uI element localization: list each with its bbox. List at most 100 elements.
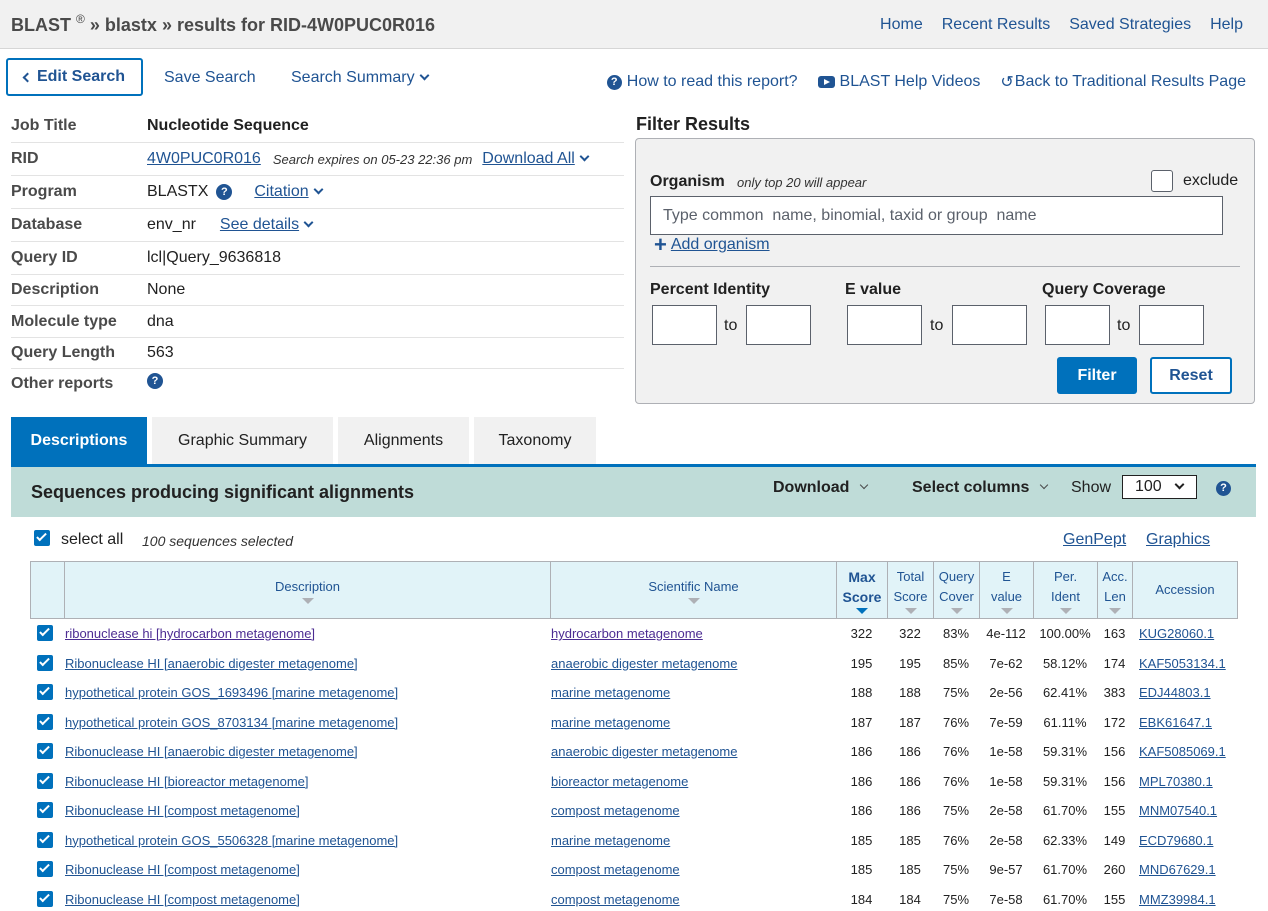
download-all-dropdown[interactable]: Download All (482, 150, 590, 168)
row-accession-link[interactable]: KUG28060.1 (1139, 626, 1214, 641)
row-accession-link[interactable]: EDJ44803.1 (1139, 685, 1211, 700)
row-accession-link[interactable]: ECD79680.1 (1139, 833, 1213, 848)
edit-search-button[interactable]: Edit Search (6, 58, 143, 96)
nav-saved-strategies[interactable]: Saved Strategies (1069, 16, 1191, 34)
row-description-link[interactable]: ribonuclease hi [hydrocarbon metagenome] (65, 626, 315, 641)
query-coverage-max-input[interactable] (1139, 305, 1204, 345)
header-max-score[interactable]: Max Score (837, 562, 888, 618)
nav-home[interactable]: Home (880, 16, 923, 34)
row-checkbox[interactable] (37, 684, 53, 700)
header-checkbox-column (31, 562, 65, 618)
row-checkbox[interactable] (37, 861, 53, 877)
nav-help[interactable]: Help (1210, 16, 1243, 34)
rid-link[interactable]: 4W0PUC0R016 (147, 150, 261, 168)
e-value-max-input[interactable] (952, 305, 1027, 345)
row-description-link[interactable]: Ribonuclease HI [bioreactor metagenome] (65, 774, 309, 789)
help-videos-link[interactable]: BLAST Help Videos (817, 72, 980, 92)
row-description-link[interactable]: Ribonuclease HI [compost metagenome] (65, 803, 300, 818)
checkmark-icon (39, 743, 50, 755)
show-count-select[interactable]: 100 (1122, 475, 1197, 499)
row-checkbox[interactable] (37, 831, 53, 848)
search-summary-dropdown[interactable]: Search Summary (291, 69, 430, 87)
query-coverage-min-input[interactable] (1045, 305, 1110, 345)
row-description-link[interactable]: hypothetical protein GOS_1693496 [marine… (65, 685, 398, 700)
header-e-value[interactable]: Evalue (980, 562, 1034, 618)
row-scientific-name-link[interactable]: compost metagenome (551, 803, 680, 818)
row-accession-link[interactable]: MPL70380.1 (1139, 774, 1213, 789)
breadcrumb-separator: » (89, 15, 100, 35)
to-label: to (724, 317, 738, 334)
row-checkbox[interactable] (37, 654, 53, 671)
plus-icon: + (654, 232, 667, 257)
breadcrumb-program[interactable]: blastx (105, 15, 157, 35)
row-description-link[interactable]: hypothetical protein GOS_8703134 [marine… (65, 715, 398, 730)
row-scientific-name-link[interactable]: marine metagenome (551, 715, 670, 730)
row-accession-link[interactable]: KAF5053134.1 (1139, 656, 1226, 671)
organism-input[interactable] (650, 196, 1223, 235)
header-total-score[interactable]: Total Score (888, 562, 934, 618)
see-details-dropdown[interactable]: See details (220, 216, 314, 234)
row-scientific-name-link[interactable]: marine metagenome (551, 833, 670, 848)
row-checkbox[interactable] (37, 802, 53, 818)
row-accession-link[interactable]: MMZ39984.1 (1139, 892, 1216, 907)
tab-graphic-summary[interactable]: Graphic Summary (152, 417, 333, 465)
filter-button[interactable]: Filter (1057, 357, 1137, 394)
tab-alignments[interactable]: Alignments (338, 417, 469, 465)
e-value-min-input[interactable] (847, 305, 922, 345)
exclude-checkbox[interactable] (1151, 170, 1173, 192)
row-checkbox[interactable] (37, 772, 53, 789)
question-circle-icon[interactable]: ? (1216, 481, 1231, 496)
row-scientific-name-link[interactable]: anaerobic digester metagenome (551, 656, 737, 671)
header-per-ident[interactable]: Per. Ident (1034, 562, 1098, 618)
how-to-read-link[interactable]: ? How to read this report? (606, 72, 798, 92)
question-circle-icon[interactable]: ? (147, 373, 163, 389)
row-description-link[interactable]: Ribonuclease HI [anaerobic digester meta… (65, 744, 358, 759)
add-organism-link[interactable]: + Add organism (654, 232, 770, 257)
row-accession-link[interactable]: EBK61647.1 (1139, 715, 1212, 730)
row-description-link[interactable]: hypothetical protein GOS_5506328 [marine… (65, 833, 398, 848)
row-scientific-name-link[interactable]: anaerobic digester metagenome (551, 744, 737, 759)
select-all-checkbox[interactable] (34, 530, 50, 546)
row-scientific-name-link[interactable]: marine metagenome (551, 685, 670, 700)
row-total-score: 186 (899, 803, 921, 818)
row-scientific-name-link[interactable]: hydrocarbon metagenome (551, 626, 703, 641)
row-scientific-name-link[interactable]: compost metagenome (551, 862, 680, 877)
row-checkbox[interactable] (37, 743, 53, 759)
row-scientific-name-link[interactable]: compost metagenome (551, 892, 680, 907)
sort-caret-icon (1109, 607, 1121, 614)
reset-button[interactable]: Reset (1150, 357, 1232, 394)
header-scientific-name[interactable]: Scientific Name (551, 562, 837, 618)
results-title: Sequences producing significant alignmen… (31, 482, 415, 502)
header-query-cover[interactable]: Query Cover (934, 562, 980, 618)
back-traditional-link[interactable]: ↺ Back to Traditional Results Page (1000, 72, 1246, 92)
row-accession-link[interactable]: MNM07540.1 (1139, 803, 1217, 818)
row-description-link[interactable]: Ribonuclease HI [compost metagenome] (65, 892, 300, 907)
header-accession[interactable]: Accession (1133, 562, 1237, 618)
row-checkbox[interactable] (37, 625, 53, 641)
row-description-link[interactable]: Ribonuclease HI [compost metagenome] (65, 862, 300, 877)
row-description-link[interactable]: Ribonuclease HI [anaerobic digester meta… (65, 656, 358, 671)
citation-dropdown[interactable]: Citation (254, 183, 324, 201)
tab-descriptions[interactable]: Descriptions (11, 417, 147, 465)
header-acc-len[interactable]: Acc. Len (1098, 562, 1133, 618)
header-al-label-2: Len (1104, 588, 1126, 604)
nav-recent-results[interactable]: Recent Results (942, 16, 1051, 34)
row-checkbox[interactable] (37, 713, 53, 730)
row-query-cover: 76% (942, 832, 970, 848)
row-accession-link[interactable]: MND67629.1 (1139, 862, 1216, 877)
row-scientific-name-link[interactable]: bioreactor metagenome (551, 774, 688, 789)
row-query-cover: 85% (942, 655, 970, 671)
row-checkbox[interactable] (37, 890, 53, 907)
save-search-link[interactable]: Save Search (164, 69, 256, 87)
select-columns-dropdown[interactable]: Select columns (912, 479, 1049, 497)
header-description[interactable]: Description (65, 562, 551, 618)
graphics-link[interactable]: Graphics (1146, 531, 1210, 549)
percent-identity-min-input[interactable] (652, 305, 717, 345)
question-circle-icon[interactable]: ? (216, 184, 233, 200)
tab-taxonomy[interactable]: Taxonomy (474, 417, 596, 465)
download-dropdown[interactable]: Download (773, 479, 869, 497)
percent-identity-max-input[interactable] (746, 305, 811, 345)
genpept-link[interactable]: GenPept (1063, 531, 1126, 549)
breadcrumb-blast[interactable]: BLAST (11, 15, 71, 35)
row-accession-link[interactable]: KAF5085069.1 (1139, 744, 1226, 759)
